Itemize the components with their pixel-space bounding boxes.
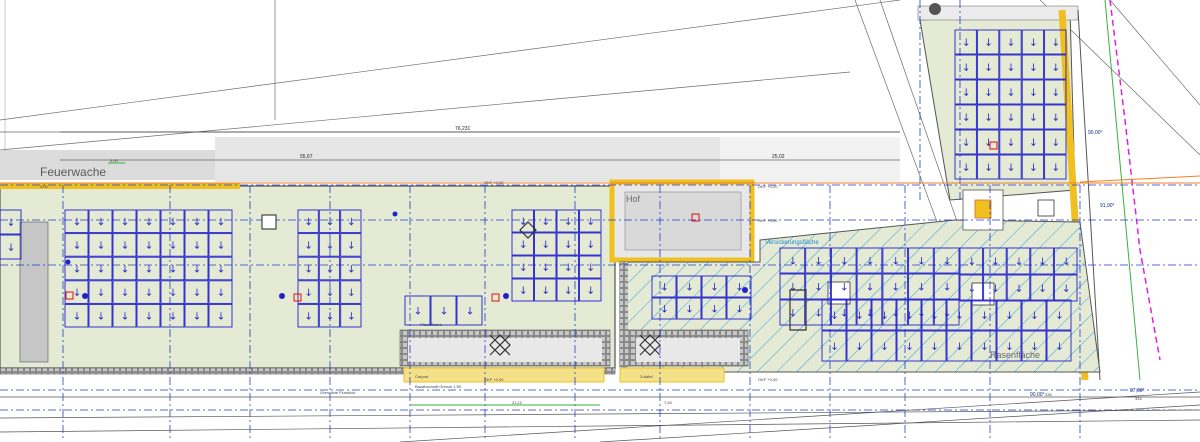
building-name-label: Feuerwache xyxy=(40,165,106,179)
parcel-code-2: 334 xyxy=(1135,396,1142,401)
dimension-bottom-2: 7,63 xyxy=(664,400,673,405)
dimension-bottom-1: 21,12 xyxy=(512,400,523,405)
carport-label: Carport xyxy=(415,374,429,379)
dimension-right: 25,02 xyxy=(772,154,785,160)
level-mark-bottom-right: OKF +0,00 xyxy=(758,377,778,382)
courtyard-block: Hof xyxy=(609,179,755,263)
angle-label-1: 90,00° xyxy=(1088,130,1103,136)
dimension-side: 3,00 xyxy=(40,184,49,189)
tree-icon xyxy=(929,3,941,15)
parcel-code-1: 336 xyxy=(1045,392,1052,397)
hatched-zone-name: Rasenfläche xyxy=(990,350,1040,360)
site-plan-drawing: 76,231 55,67 25,02 0,00 Feuerwache Hof V… xyxy=(0,0,1200,442)
angle-label-4: 90,00° xyxy=(1030,392,1045,398)
angle-label-3: 87,90° xyxy=(1130,388,1145,394)
level-mark-top-mid: OKF +0,00 xyxy=(758,184,778,189)
road-note-2: Bauabschnitt Grenze 1:50 xyxy=(415,384,462,389)
driveway-label: Zufahrt xyxy=(640,374,654,379)
hatched-note: Versickerungsfläche xyxy=(765,240,819,246)
dimension-green: 0,00 xyxy=(110,158,119,163)
dimension-mid: 55,67 xyxy=(300,154,313,160)
dimension-long: 76,231 xyxy=(455,126,471,132)
level-mark-top-left: OKF +0,00 xyxy=(484,180,504,185)
angle-label-2: 91,90° xyxy=(1100,203,1115,209)
road-note: Grenzlinie Flurstück xyxy=(320,390,355,395)
level-mark-top-right: OKF +0,00 xyxy=(758,218,778,223)
level-mark-bottom-left: OKF +0,00 xyxy=(484,377,504,382)
gate-label: Hof xyxy=(626,194,641,204)
